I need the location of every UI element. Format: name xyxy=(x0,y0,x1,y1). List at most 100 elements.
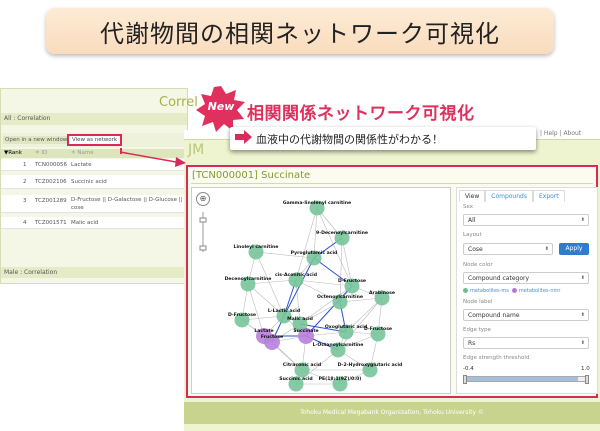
network-node-label: Lactate xyxy=(254,328,273,334)
connector-arrow xyxy=(119,151,186,167)
network-node-label: L-Octanoylcarnitine xyxy=(313,342,364,348)
cell-rank: 2 xyxy=(23,179,27,185)
help-about-links[interactable]: | Help | About xyxy=(540,130,581,137)
apply-button[interactable]: Apply xyxy=(559,243,589,255)
network-svg[interactable]: Gamma-linolenyl carnitine 9-Decenoylcarni… xyxy=(192,188,450,393)
tab-export[interactable]: Export xyxy=(532,190,565,202)
cell-id: TCN000056 xyxy=(35,162,67,168)
open-new-window-button[interactable]: Open in a new window xyxy=(3,136,70,144)
callout-subtitle-box: 血液中の代謝物間の関係性がわかる！ xyxy=(230,127,536,150)
page-title-banner: 代謝物間の相関ネットワーク可視化 xyxy=(46,8,554,54)
node-color-label: Node color xyxy=(463,262,493,268)
tab-view[interactable]: View xyxy=(459,190,486,202)
table-row[interactable]: 4 TCZ001571 Malic acid xyxy=(1,217,187,229)
site-logo: JM xyxy=(188,142,205,158)
male-correlation-header: Male : Correlation xyxy=(1,267,187,278)
node-color-value: Compound category xyxy=(468,275,530,282)
page-heading: Correl xyxy=(159,95,198,110)
settings-tabs: View Compounds Export xyxy=(459,190,565,202)
cell-id: TCZ001571 xyxy=(35,220,67,226)
zoom-control-icon[interactable]: ⊕ xyxy=(196,192,210,206)
network-graph[interactable]: Gamma-linolenyl carnitine 9-Decenoylcarni… xyxy=(191,187,451,394)
edge-threshold-label: Edge strength threshold xyxy=(463,355,530,361)
network-edge xyxy=(295,207,318,281)
network-node-label: Linoleyl carnitine xyxy=(234,244,279,250)
network-node-label: D-Fructose xyxy=(228,312,256,318)
legend-ms: metabolites-ms xyxy=(470,288,509,294)
threshold-slider[interactable] xyxy=(463,375,589,384)
network-node-label: Arabinose xyxy=(369,290,395,296)
edge-type-label: Edge type xyxy=(463,327,491,333)
title-divider xyxy=(191,183,593,184)
node-color-legend: metabolites-ms metabolites-nmr xyxy=(463,288,560,294)
network-node-label: Octenoylcarnitine xyxy=(317,294,363,300)
site-footer: Tohoku Medical Megabank Organization, To… xyxy=(184,402,600,424)
page-title: 代謝物間の相関ネットワーク可視化 xyxy=(100,19,500,48)
layout-value: Cose xyxy=(468,246,483,253)
sex-label: Sex xyxy=(463,204,474,210)
network-node-label: Oxoglutaric acid xyxy=(325,324,367,330)
slider-handle-max[interactable] xyxy=(585,375,589,384)
cell-name: D-Fructose || D-Galactose || D-Glucose |… xyxy=(71,197,185,203)
zoom-slider[interactable] xyxy=(199,210,207,254)
tab-compounds[interactable]: Compounds xyxy=(485,190,533,202)
network-node-label: cis-Aconitic acid xyxy=(275,272,317,278)
cell-name-wrap: cose xyxy=(71,205,84,211)
ms-dot-icon xyxy=(463,288,468,293)
edge-type-value: Rs xyxy=(468,340,476,347)
settings-panel: View Compounds Export Sex All ⬍ Layout Cose… xyxy=(456,187,598,394)
network-node-label: PE(18:1(9Z)/0:0) xyxy=(319,376,362,382)
sex-select[interactable]: All ⬍ xyxy=(463,214,589,226)
threshold-min: -0.4 xyxy=(463,366,474,372)
table-row[interactable]: 3 TCZ001289 D-Fructose || D-Galactose ||… xyxy=(1,195,187,213)
network-node-label: D-2-Hydroxyglutaric acid xyxy=(338,362,403,368)
network-node-label: Fructose xyxy=(261,334,283,340)
all-correlation-header: All : Correlation xyxy=(1,113,187,125)
table-row[interactable]: 2 TCZ002106 Succinic acid xyxy=(1,175,187,189)
cell-rank: 1 xyxy=(23,162,27,168)
cell-name: Succinic acid xyxy=(71,179,107,185)
legend-nmr: metabolites-nmr xyxy=(518,288,561,294)
new-badge-label: New xyxy=(207,100,235,113)
node-label-label: Node label xyxy=(463,299,493,305)
col-rank[interactable]: ▼Rank xyxy=(4,150,22,156)
view-as-network-button[interactable]: View as network xyxy=(67,134,123,146)
button-row: Open in a new window View as network xyxy=(1,133,187,147)
layout-select[interactable]: Cose ⬍ xyxy=(463,243,553,255)
col-id[interactable]: ≑ ID xyxy=(35,150,47,156)
new-badge-text-wrap: New xyxy=(196,86,246,132)
callout-title: 相関関係ネットワーク可視化 xyxy=(247,104,475,124)
network-edge xyxy=(316,207,353,287)
network-node-label: D-Fructose xyxy=(364,326,392,332)
slider-fill xyxy=(464,377,579,381)
cell-id: TCZ001289 xyxy=(35,198,67,204)
correlation-list-page: Correl All : Correlation Open in a new w… xyxy=(0,88,198,284)
chevron-updown-icon: ⬍ xyxy=(580,217,585,223)
cell-name: Lactate xyxy=(71,162,92,168)
network-node-label: D-Fructose xyxy=(338,278,366,284)
network-edge xyxy=(339,237,343,303)
chevron-updown-icon: ⬍ xyxy=(580,340,585,346)
network-node-label: L-Lactic acid xyxy=(268,308,300,314)
cell-rank: 4 xyxy=(23,220,27,226)
compound-title: [TCN000001] Succinate xyxy=(192,170,311,181)
network-node-label: Pyroglutamic acid xyxy=(291,250,338,256)
network-node-label: 9-Decenoylcarnitine xyxy=(316,230,368,236)
cell-rank: 3 xyxy=(23,198,27,204)
edge-type-select[interactable]: Rs ⬍ xyxy=(463,337,589,349)
network-node-label: Citraconic acid xyxy=(283,362,321,368)
network-edge xyxy=(255,251,285,317)
network-node-label: Gamma-linolenyl carnitine xyxy=(283,200,351,206)
layout-label: Layout xyxy=(463,232,482,238)
network-node-label: Malic acid xyxy=(287,316,313,322)
chevron-updown-icon: ⬍ xyxy=(580,312,585,318)
network-node-label: Succinic acid xyxy=(279,376,312,382)
node-color-select[interactable]: Compound category ⬍ xyxy=(463,272,589,284)
network-panel: [TCN000001] Succinate Gamma-linolenyl ca… xyxy=(186,165,598,398)
cell-name: Malic acid xyxy=(71,220,99,226)
cell-id: TCZ002106 xyxy=(35,179,67,185)
network-node-label: Decenoylcarnitine xyxy=(225,276,272,282)
col-name[interactable]: ≑ Name xyxy=(71,150,94,156)
node-label-select[interactable]: Compound name ⬍ xyxy=(463,309,589,321)
slider-handle-min[interactable] xyxy=(463,375,467,384)
